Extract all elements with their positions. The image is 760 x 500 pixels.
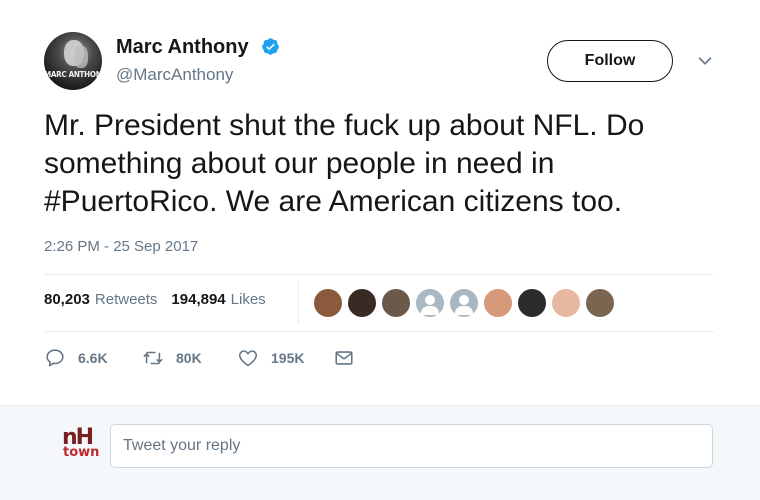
like-action[interactable]: 195K — [237, 345, 304, 371]
liker-avatar[interactable] — [347, 288, 377, 318]
stats-top-divider — [44, 274, 714, 275]
retweet-icon — [143, 351, 163, 365]
reply-icon — [46, 349, 64, 367]
liker-avatar[interactable] — [585, 288, 615, 318]
retweet-action[interactable]: 80K — [142, 345, 202, 371]
heart-icon — [238, 350, 258, 367]
author-handle[interactable]: @MarcAnthony — [116, 65, 233, 85]
follow-button[interactable]: Follow — [547, 40, 673, 82]
likes-count: 194,894 — [171, 291, 226, 308]
retweets-count: 80,203 — [44, 291, 90, 308]
liker-avatar[interactable] — [483, 288, 513, 318]
liker-avatar[interactable] — [313, 288, 343, 318]
default-avatar-body — [421, 306, 439, 315]
default-avatar-head — [425, 295, 435, 305]
envelope-icon — [335, 351, 353, 365]
chevron-down-icon[interactable] — [694, 50, 716, 72]
tweet-card: MARC ANTHONY Marc Anthony @MarcAnthony F… — [0, 0, 760, 405]
default-avatar-body — [455, 306, 473, 315]
stats-bottom-divider — [44, 331, 714, 332]
retweets-stat[interactable]: 80,203 Retweets — [44, 291, 157, 308]
avatar-hand — [74, 46, 88, 68]
retweet-count: 80K — [176, 350, 202, 366]
default-avatar-head — [459, 295, 469, 305]
default-avatar-icon[interactable] — [449, 288, 479, 318]
like-count: 195K — [271, 350, 305, 366]
verified-badge-icon — [262, 38, 279, 55]
retweets-label: Retweets — [94, 291, 158, 308]
liker-avatar[interactable] — [551, 288, 581, 318]
tweet-timestamp[interactable]: 2:26 PM - 25 Sep 2017 — [44, 238, 198, 255]
engagement-stats: 80,203 Retweets 194,894 Likes — [44, 291, 266, 308]
logo-town-text: town — [63, 445, 100, 460]
avatar-watermark: MARC ANTHONY — [44, 70, 102, 79]
reply-action[interactable]: 6.6K — [44, 345, 108, 371]
reply-input[interactable] — [110, 424, 713, 468]
liker-avatar[interactable] — [381, 288, 411, 318]
nhtown-logo: nH town — [62, 426, 104, 464]
likes-label: Likes — [230, 291, 266, 308]
tweet-text: Mr. President shut the fuck up about NFL… — [44, 109, 645, 218]
direct-message-action[interactable] — [333, 345, 355, 371]
default-avatar-icon[interactable] — [415, 288, 445, 318]
stats-vertical-divider — [298, 280, 299, 324]
author-name[interactable]: Marc Anthony — [116, 36, 249, 59]
likes-stat[interactable]: 194,894 Likes — [171, 291, 265, 308]
author-avatar[interactable]: MARC ANTHONY — [44, 32, 102, 90]
liker-avatar[interactable] — [517, 288, 547, 318]
reply-count: 6.6K — [78, 350, 108, 366]
